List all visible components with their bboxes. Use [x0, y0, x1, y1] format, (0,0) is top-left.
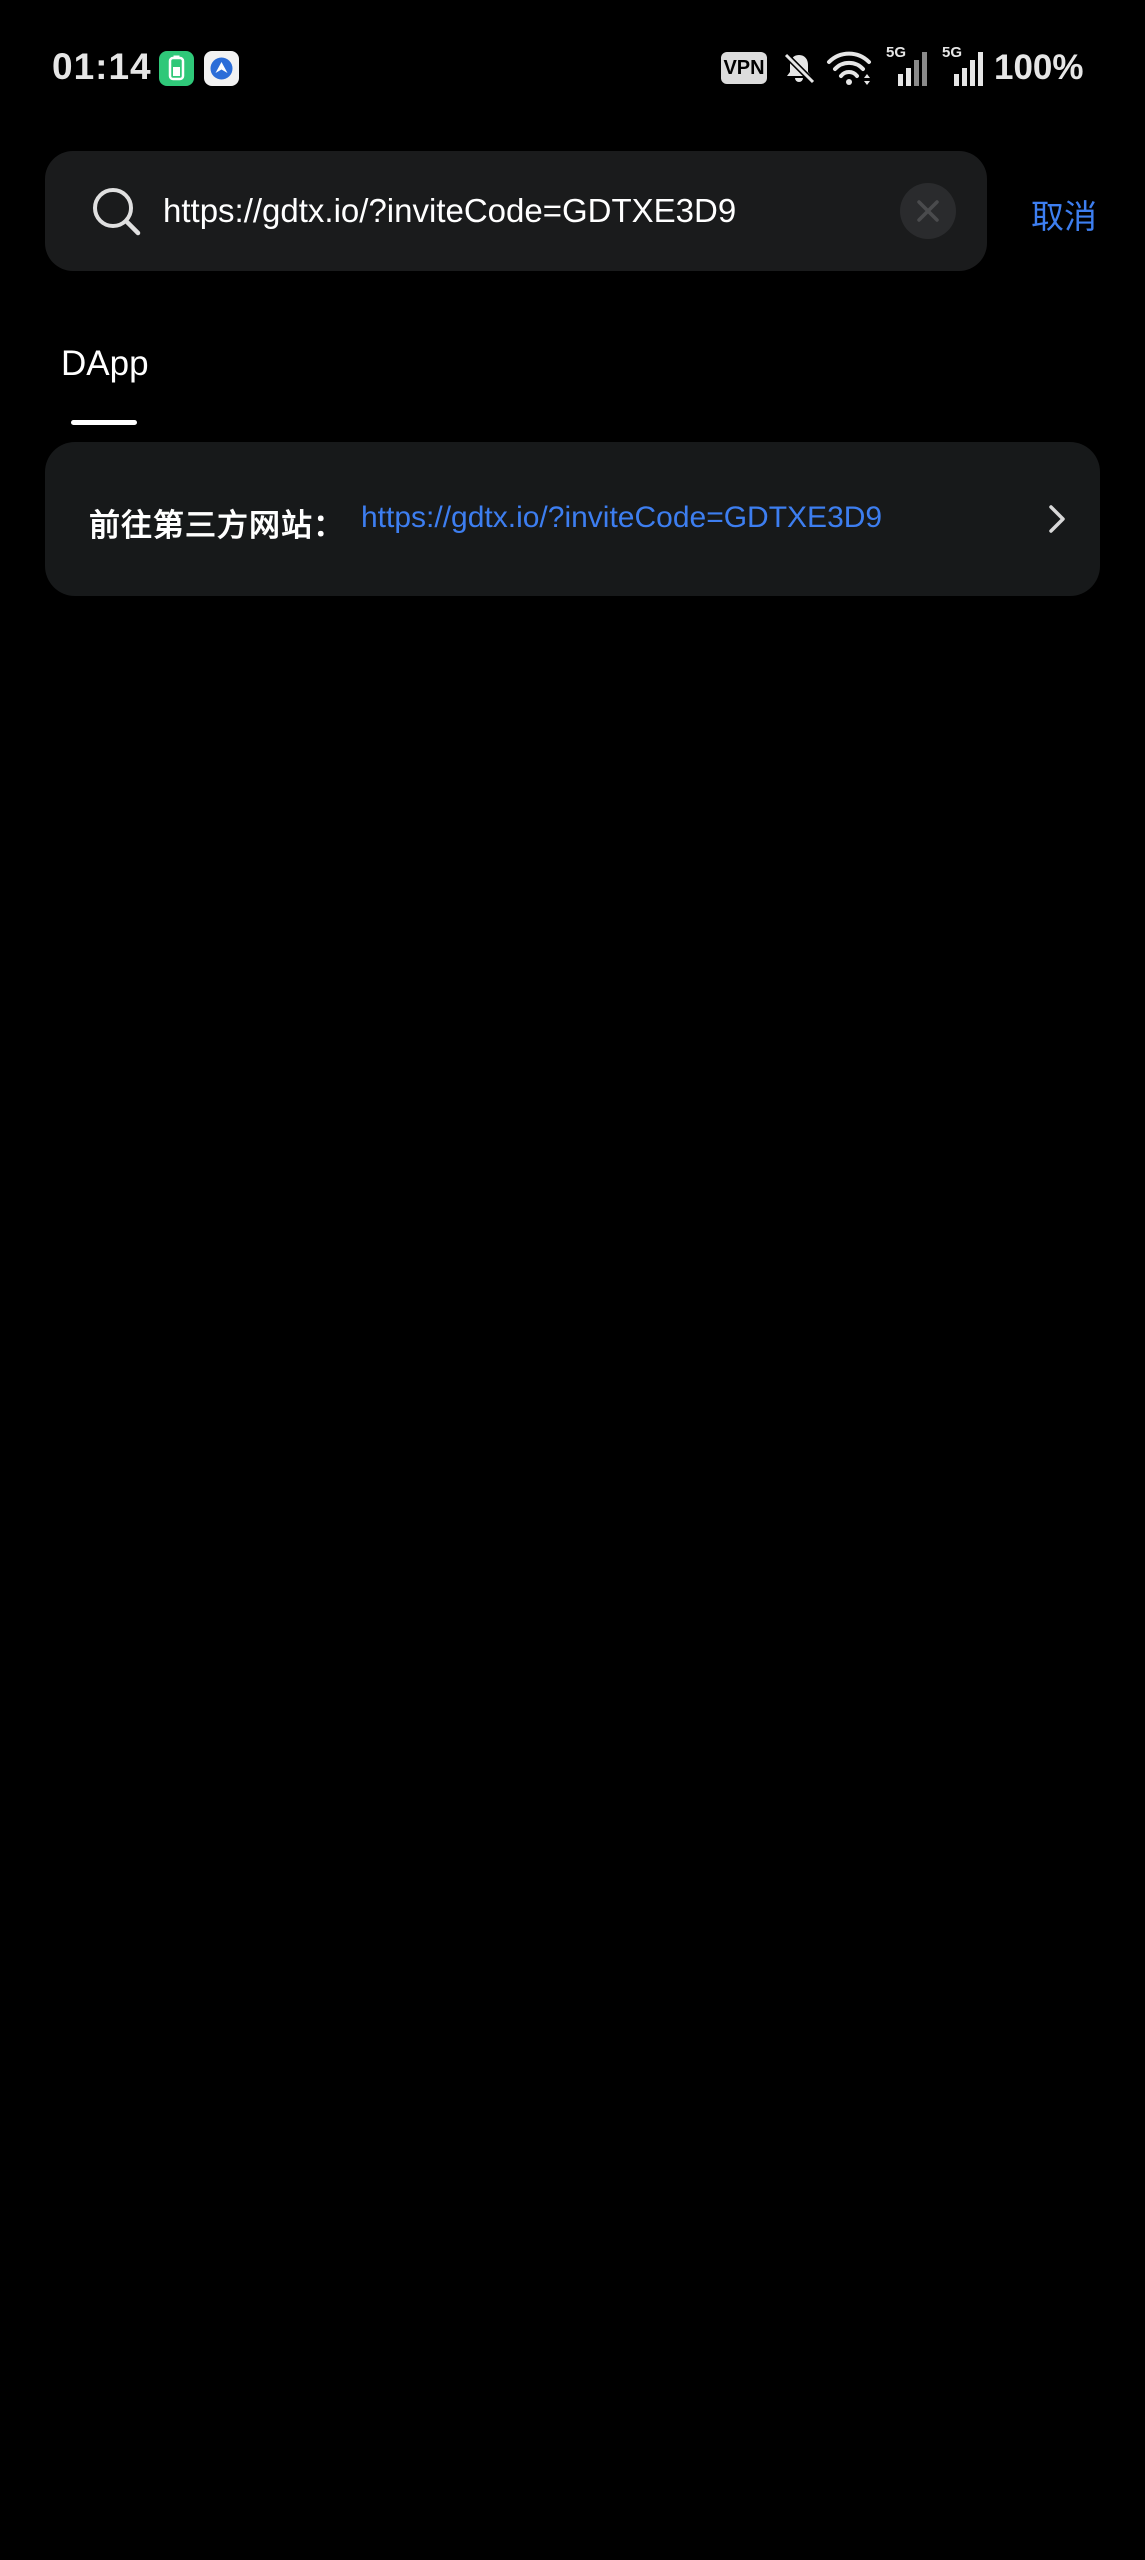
navigation-app-icon: [204, 51, 239, 86]
wifi-icon: [827, 51, 871, 85]
status-time: 01:14: [52, 46, 152, 87]
cellular-signal-icon: 5G: [886, 44, 932, 88]
tab-dapp[interactable]: DApp: [61, 344, 149, 384]
search-icon: [93, 188, 141, 236]
battery-saver-app-icon: [159, 51, 194, 86]
tab-active-indicator: [71, 420, 137, 425]
third-party-site-item[interactable]: 前往第三方网站： https://gdtx.io/?inviteCode=GDT…: [45, 442, 1100, 596]
battery-level: 100%: [994, 48, 1084, 87]
clear-button[interactable]: [900, 183, 956, 239]
vpn-icon: VPN: [721, 52, 767, 84]
chevron-right-icon: [1049, 505, 1065, 533]
cancel-button[interactable]: 取消: [1031, 190, 1097, 238]
cellular-signal-icon: 5G: [942, 44, 988, 88]
clear-icon: [917, 200, 939, 222]
result-link[interactable]: https://gdtx.io/?inviteCode=GDTXE3D9: [361, 501, 882, 535]
status-bar: 01:14 VPN 5G 5G 100%: [0, 0, 1145, 140]
search-box[interactable]: [45, 151, 987, 271]
result-label: 前往第三方网站：: [89, 508, 345, 543]
bell-muted-icon: [783, 52, 816, 85]
search-input[interactable]: [163, 181, 923, 241]
